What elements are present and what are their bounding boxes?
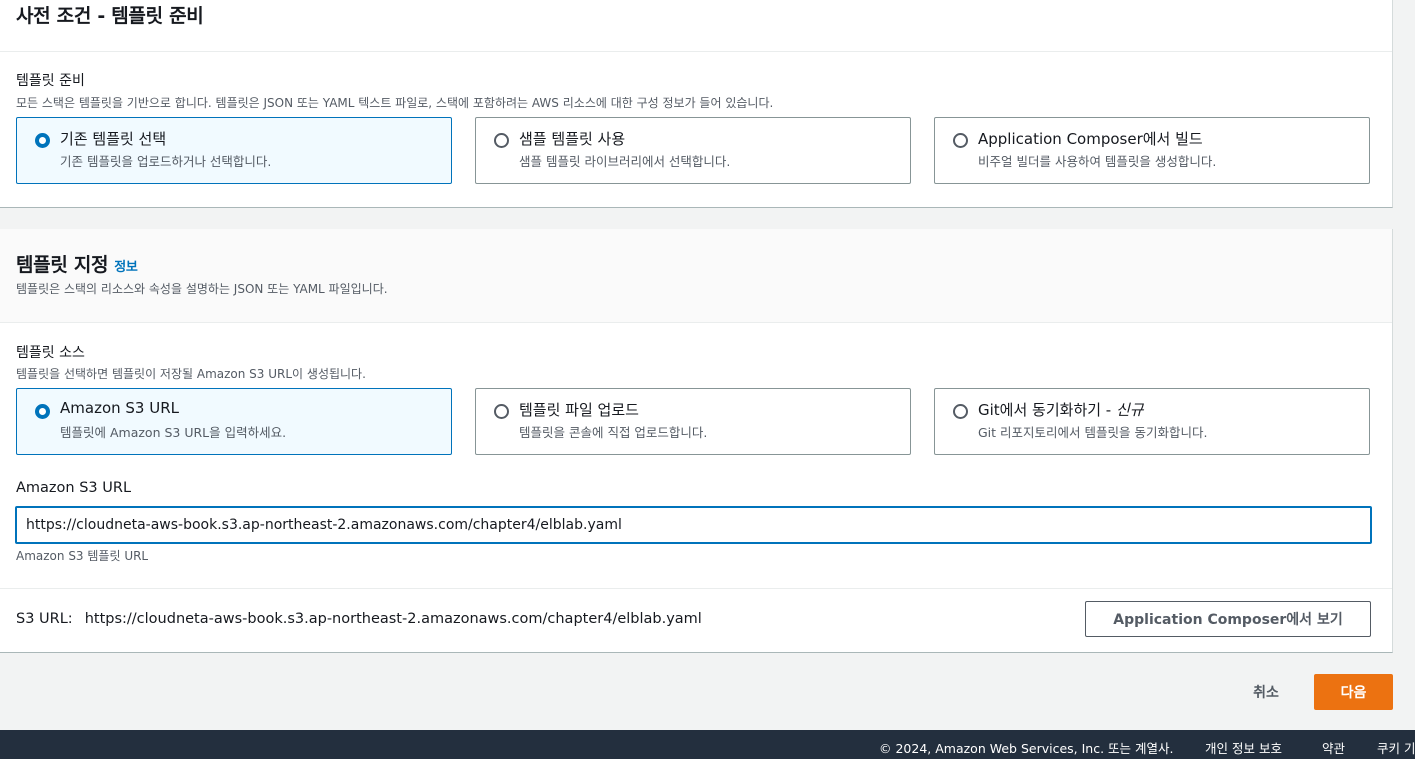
prerequisite-header: 사전 조건 - 템플릿 준비 [0,0,1392,52]
s3-url-constraint: Amazon S3 템플릿 URL [16,549,149,563]
source-git-sync[interactable]: Git에서 동기화하기 - 신규 Git 리포지토리에서 템플릿을 동기화합니다… [934,388,1370,455]
footer-privacy-link[interactable]: 개인 정보 보호 [1205,738,1282,757]
option-description: 비주얼 빌더를 사용하여 템플릿을 생성합니다. [978,154,1217,169]
prepare-template-description: 모든 스택은 템플릿을 기반으로 합니다. 템플릿은 JSON 또는 YAML … [16,96,774,110]
radio-unselected-icon[interactable] [494,133,509,148]
divider [0,588,1392,589]
source-amazon-s3-url[interactable]: Amazon S3 URL 템플릿에 Amazon S3 URL을 입력하세요. [16,388,452,455]
info-link[interactable]: 정보 [114,260,138,275]
footer: © 2024, Amazon Web Services, Inc. 또는 계열사… [0,730,1415,759]
option-existing-template[interactable]: 기존 템플릿 선택 기존 템플릿을 업로드하거나 선택합니다. [16,117,452,184]
footer-cookies-link[interactable]: 쿠키 기본 설정 [1377,738,1415,757]
new-badge: 신규 [1116,401,1144,419]
template-source-label: 템플릿 소스 [16,345,85,361]
view-in-application-composer-button[interactable]: Application Composer에서 보기 [1085,601,1371,637]
s3-url-readout-label: S3 URL: [16,611,73,627]
option-title: 샘플 템플릿 사용 [519,130,626,148]
option-title: Application Composer에서 빌드 [978,130,1203,148]
source-description: 템플릿을 콘솔에 직접 업로드합니다. [519,425,708,440]
prerequisite-panel: 사전 조건 - 템플릿 준비 템플릿 준비 모든 스택은 템플릿을 기반으로 합… [0,0,1393,208]
radio-unselected-icon[interactable] [953,133,968,148]
s3-url-readout-value: https://cloudneta-aws-book.s3.ap-northea… [84,611,702,627]
source-upload-file[interactable]: 템플릿 파일 업로드 템플릿을 콘솔에 직접 업로드합니다. [475,388,911,455]
specify-template-panel: 템플릿 지정 정보 템플릿은 스택의 리소스와 속성을 설명하는 JSON 또는 … [0,229,1393,653]
specify-template-description: 템플릿은 스택의 리소스와 속성을 설명하는 JSON 또는 YAML 파일입니… [16,282,388,296]
source-title: 템플릿 파일 업로드 [519,401,639,419]
prerequisite-title: 사전 조건 - 템플릿 준비 [16,5,204,27]
option-sample-template[interactable]: 샘플 템플릿 사용 샘플 템플릿 라이브러리에서 선택합니다. [475,117,911,184]
template-source-description: 템플릿을 선택하면 템플릿이 저장될 Amazon S3 URL이 생성됩니다. [16,367,366,381]
source-title: Amazon S3 URL [60,399,179,417]
specify-template-header: 템플릿 지정 정보 템플릿은 스택의 리소스와 속성을 설명하는 JSON 또는 … [0,229,1392,323]
option-application-composer[interactable]: Application Composer에서 빌드 비주얼 빌더를 사용하여 템… [934,117,1370,184]
option-description: 기존 템플릿을 업로드하거나 선택합니다. [60,154,272,169]
source-description: 템플릿에 Amazon S3 URL을 입력하세요. [60,425,287,440]
s3-url-label: Amazon S3 URL [16,480,132,496]
cancel-button[interactable]: 취소 [1233,676,1299,708]
source-title-text: Git에서 동기화하기 - [978,401,1116,419]
radio-unselected-icon[interactable] [953,404,968,419]
source-title: Git에서 동기화하기 - 신규 [978,399,1144,420]
radio-selected-icon[interactable] [35,133,50,148]
source-description: Git 리포지토리에서 템플릿을 동기화합니다. [978,425,1208,440]
specify-template-title-text: 템플릿 지정 [16,254,109,276]
next-button[interactable]: 다음 [1314,674,1393,710]
radio-selected-icon[interactable] [35,404,50,419]
radio-unselected-icon[interactable] [494,404,509,419]
s3-url-input[interactable] [15,506,1372,544]
specify-template-title: 템플릿 지정 정보 [16,250,138,277]
footer-copyright: © 2024, Amazon Web Services, Inc. 또는 계열사… [879,741,1174,756]
prepare-template-label: 템플릿 준비 [16,73,85,89]
option-title: 기존 템플릿 선택 [60,130,167,148]
footer-terms-link[interactable]: 약관 [1322,738,1345,757]
s3-url-readout: S3 URL: https://cloudneta-aws-book.s3.ap-… [16,611,702,627]
option-description: 샘플 템플릿 라이브러리에서 선택합니다. [519,154,731,169]
